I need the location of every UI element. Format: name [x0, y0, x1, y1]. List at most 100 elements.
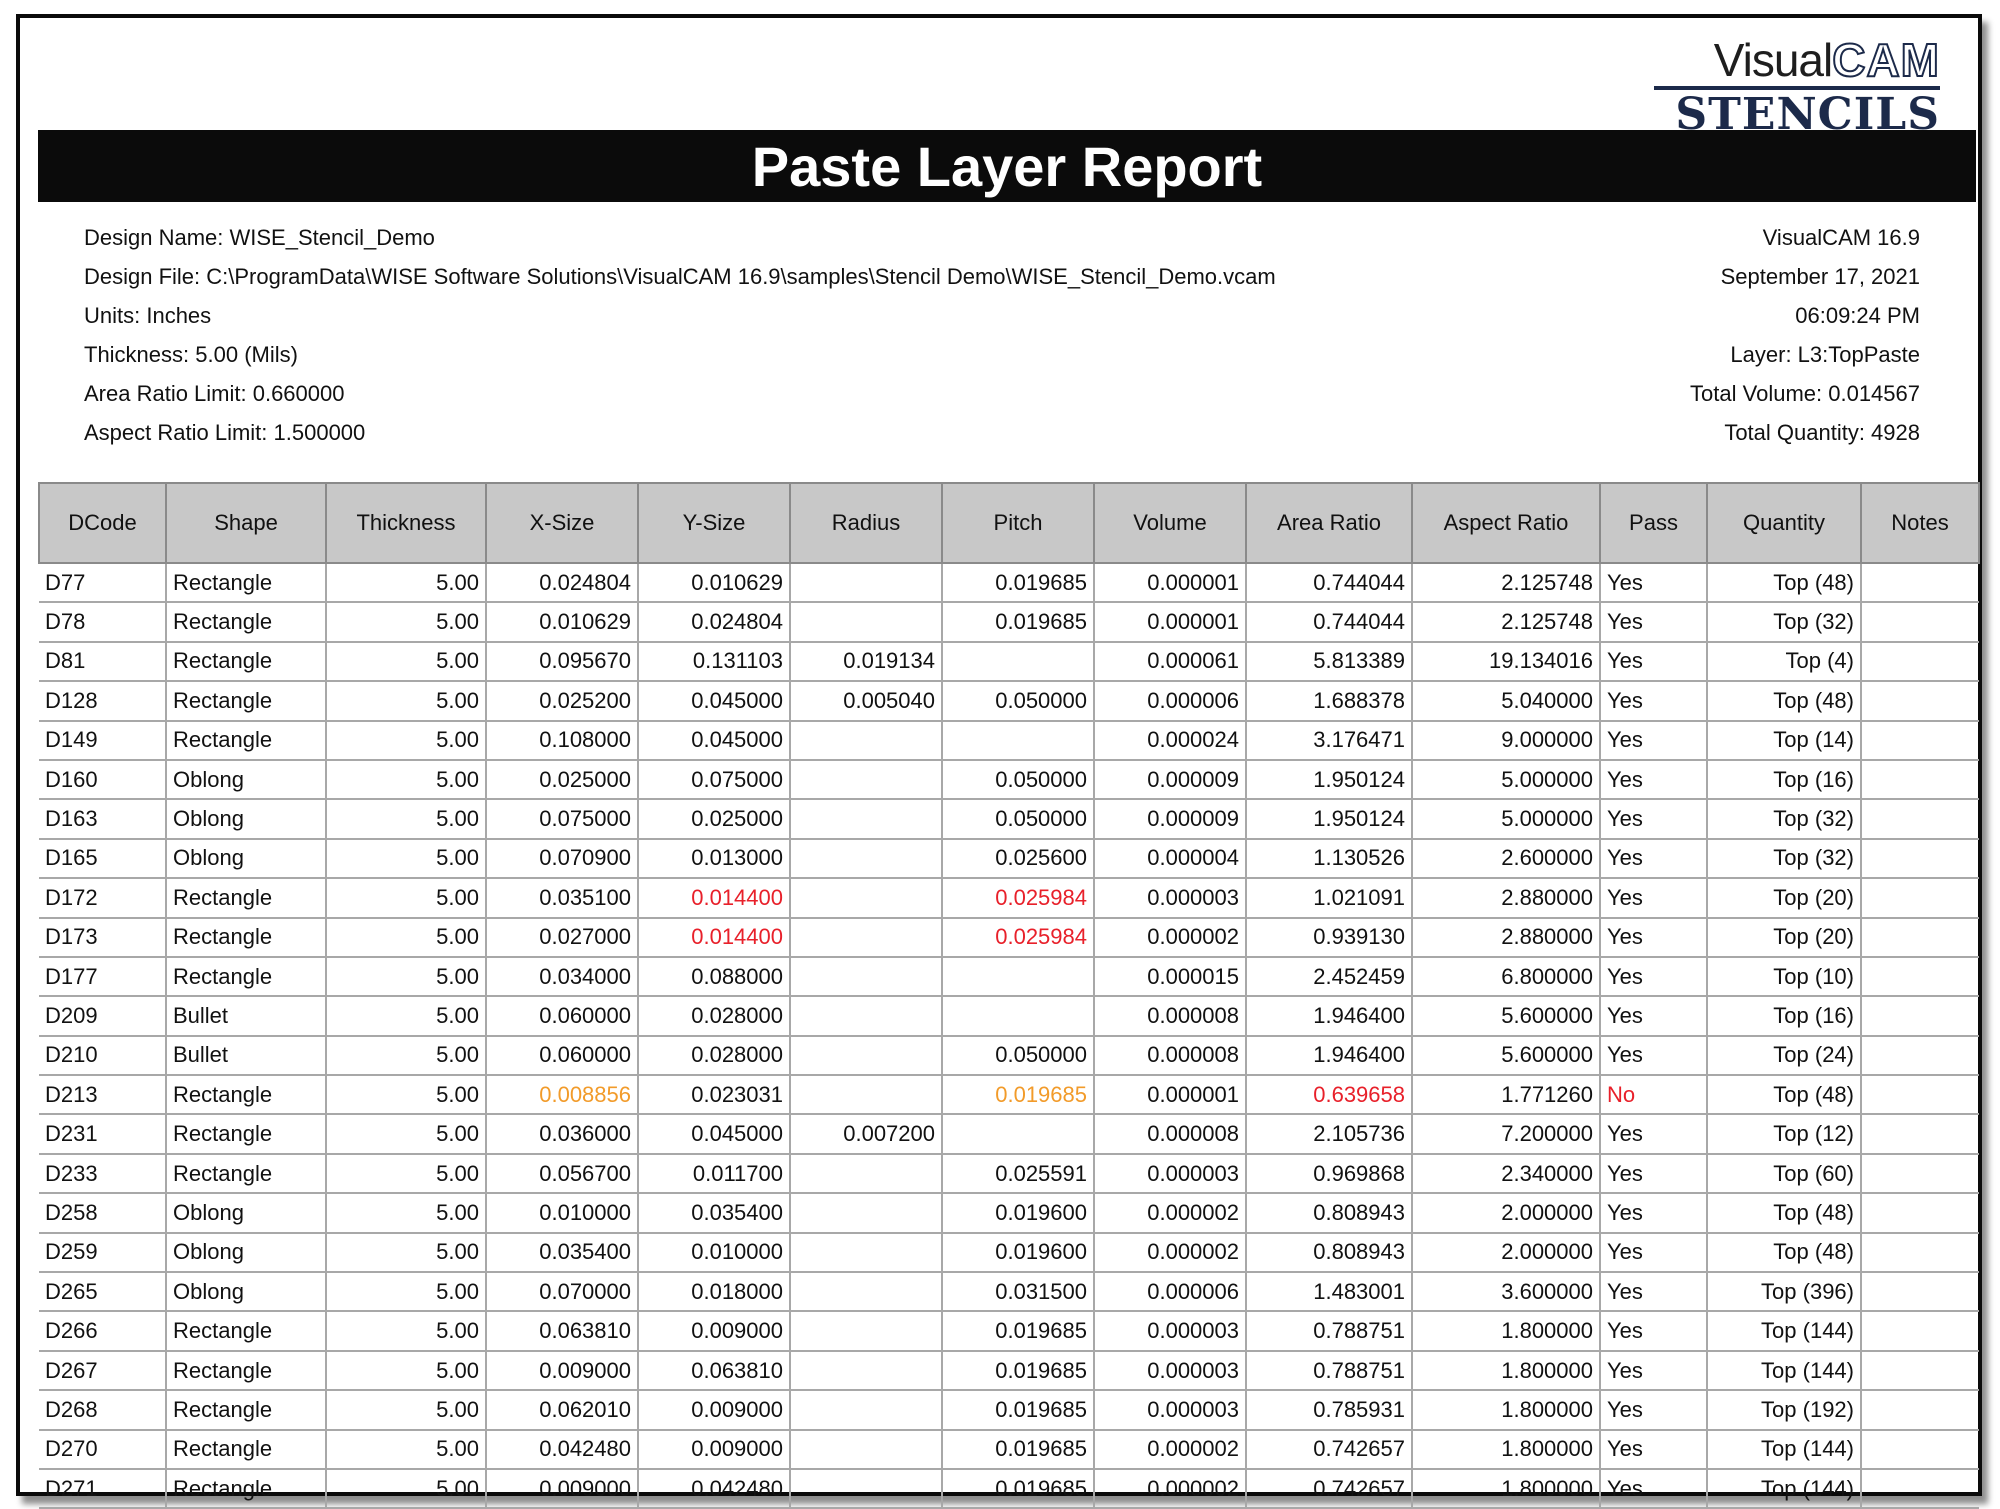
cell-x-size: 0.010000: [485, 1193, 638, 1234]
cell-y-size: 0.063810: [637, 1350, 790, 1392]
visualcam-stencils-logo: VisualCAM STENCILS: [1650, 35, 1940, 138]
cell-shape: Rectangle: [165, 1468, 326, 1509]
cell-shape: Rectangle: [165, 641, 326, 683]
table-row: D172 Rectangle 5.00 0.035100 0.014400 0.02598…: [39, 878, 1979, 919]
cell-radius: [789, 1468, 942, 1509]
cell-y-size: 0.009000: [637, 1429, 790, 1470]
paste-layer-table: DCode Shape Thickness X-Size Y-Size Radi…: [38, 482, 1980, 1509]
cell-notes: [1860, 1311, 1979, 1352]
cell-dcode: D177: [39, 956, 166, 998]
table-row: D231 Rectangle 5.00 0.036000 0.045000 0.00720…: [39, 1114, 1979, 1155]
cell-volume: 0.000008: [1093, 996, 1246, 1037]
cell-dcode: D231: [39, 1114, 166, 1155]
cell-y-size: 0.014400: [637, 878, 790, 919]
cell-thickness: 5.00: [325, 1075, 486, 1116]
cell-x-size: 0.075000: [485, 799, 638, 840]
cell-thickness: 5.00: [325, 1311, 486, 1352]
cell-notes: [1860, 917, 1979, 958]
cell-shape: Rectangle: [165, 1390, 326, 1431]
cell-area-ratio: 1.946400: [1245, 996, 1412, 1037]
table-row: D77 Rectangle 5.00 0.024804 0.010629 0.019685…: [39, 563, 1979, 604]
cell-x-size: 0.070000: [485, 1272, 638, 1313]
cell-shape: Rectangle: [165, 956, 326, 998]
cell-volume: 0.000003: [1093, 1350, 1246, 1392]
table-row: D270 Rectangle 5.00 0.042480 0.009000 0.01968…: [39, 1429, 1979, 1470]
cell-volume: 0.000003: [1093, 1153, 1246, 1195]
cell-thickness: 5.00: [325, 1153, 486, 1195]
thickness: Thickness: 5.00 (Mils): [84, 342, 298, 367]
cell-quantity: Top (20): [1706, 878, 1861, 919]
cell-y-size: 0.010629: [637, 563, 790, 604]
cell-y-size: 0.028000: [637, 996, 790, 1037]
cell-radius: [789, 1153, 942, 1195]
cell-pass: Yes: [1599, 838, 1707, 880]
cell-volume: 0.000002: [1093, 1429, 1246, 1470]
cell-thickness: 5.00: [325, 1114, 486, 1155]
cell-aspect-ratio: 2.000000: [1411, 1193, 1600, 1234]
cell-volume: 0.000002: [1093, 1468, 1246, 1509]
cell-notes: [1860, 878, 1979, 919]
cell-notes: [1860, 1075, 1979, 1116]
cell-shape: Rectangle: [165, 602, 326, 643]
table-row: D213 Rectangle 5.00 0.008856 0.023031 0.01968…: [39, 1075, 1979, 1116]
cell-pitch: 0.050000: [941, 1035, 1094, 1077]
table-row: D271 Rectangle 5.00 0.009000 0.042480 0.01968…: [39, 1468, 1979, 1509]
cell-shape: Rectangle: [165, 1075, 326, 1116]
cell-dcode: D210: [39, 1035, 166, 1077]
cell-x-size: 0.035400: [485, 1232, 638, 1274]
cell-shape: Rectangle: [165, 1153, 326, 1195]
cell-y-size: 0.035400: [637, 1193, 790, 1234]
cell-radius: 0.019134: [789, 641, 942, 683]
cell-pitch: 0.019685: [941, 1350, 1094, 1392]
cell-y-size: 0.042480: [637, 1468, 790, 1509]
cell-pitch: 0.019685: [941, 563, 1094, 604]
cell-thickness: 5.00: [325, 1035, 486, 1077]
design-info: Design Name: WISE_Stencil_Demo Design Fi…: [84, 218, 1276, 452]
cell-pass: Yes: [1599, 799, 1707, 840]
cell-aspect-ratio: 2.125748: [1411, 563, 1600, 604]
cell-dcode: D149: [39, 720, 166, 761]
cell-aspect-ratio: 1.800000: [1411, 1468, 1600, 1509]
cell-thickness: 5.00: [325, 799, 486, 840]
cell-thickness: 5.00: [325, 720, 486, 761]
cell-notes: [1860, 1114, 1979, 1155]
cell-quantity: Top (10): [1706, 956, 1861, 998]
cell-area-ratio: 5.813389: [1245, 641, 1412, 683]
cell-notes: [1860, 1232, 1979, 1274]
cell-aspect-ratio: 1.800000: [1411, 1350, 1600, 1392]
cell-pitch: 0.025984: [941, 917, 1094, 958]
cell-thickness: 5.00: [325, 563, 486, 604]
cell-dcode: D266: [39, 1311, 166, 1352]
cell-volume: 0.000004: [1093, 838, 1246, 880]
cell-y-size: 0.075000: [637, 759, 790, 801]
col-dcode: DCode: [38, 482, 167, 564]
cell-volume: 0.000003: [1093, 1390, 1246, 1431]
report-date: September 17, 2021: [1720, 264, 1920, 289]
cell-dcode: D163: [39, 799, 166, 840]
table-row: D81 Rectangle 5.00 0.095670 0.131103 0.019134…: [39, 641, 1979, 683]
cell-quantity: Top (24): [1706, 1035, 1861, 1077]
cell-pitch: 0.050000: [941, 681, 1094, 722]
cell-pass: Yes: [1599, 1232, 1707, 1274]
cell-aspect-ratio: 3.600000: [1411, 1272, 1600, 1313]
cell-pass: Yes: [1599, 1272, 1707, 1313]
cell-shape: Bullet: [165, 1035, 326, 1077]
cell-shape: Oblong: [165, 759, 326, 801]
logo-brand: VisualCAM: [1650, 35, 1940, 85]
cell-dcode: D259: [39, 1232, 166, 1274]
cell-aspect-ratio: 2.340000: [1411, 1153, 1600, 1195]
cell-shape: Rectangle: [165, 1350, 326, 1392]
cell-shape: Rectangle: [165, 1429, 326, 1470]
cell-volume: 0.000008: [1093, 1035, 1246, 1077]
cell-shape: Rectangle: [165, 878, 326, 919]
cell-area-ratio: 1.688378: [1245, 681, 1412, 722]
cell-pass: Yes: [1599, 681, 1707, 722]
cell-x-size: 0.063810: [485, 1311, 638, 1352]
table-row: D209 Bullet 5.00 0.060000 0.028000 0.000008 1.…: [39, 996, 1979, 1037]
cell-aspect-ratio: 2.880000: [1411, 878, 1600, 919]
cell-notes: [1860, 1350, 1979, 1392]
cell-radius: [789, 917, 942, 958]
cell-radius: [789, 1075, 942, 1116]
cell-y-size: 0.010000: [637, 1232, 790, 1274]
cell-radius: [789, 1350, 942, 1392]
